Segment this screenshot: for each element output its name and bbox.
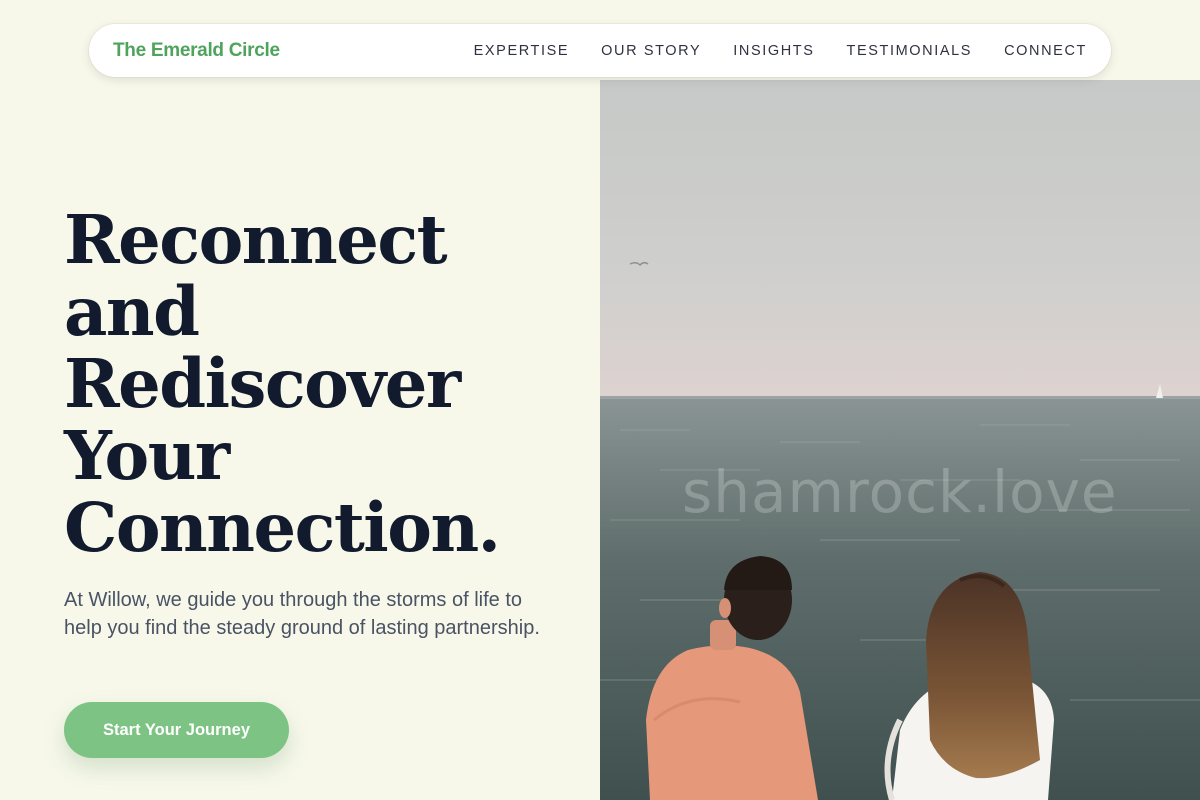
- horizon-line: [600, 396, 1200, 399]
- sky: [600, 80, 1200, 398]
- nav-link-our-story[interactable]: OUR STORY: [601, 43, 701, 59]
- nav-link-expertise[interactable]: EXPERTISE: [474, 43, 570, 59]
- hero-title-line: Rediscover: [64, 344, 461, 423]
- hero-content: Reconnect and Rediscover Your Connection…: [64, 204, 564, 642]
- hero-description: At Willow, we guide you through the stor…: [64, 589, 540, 639]
- main-nav: EXPERTISE OUR STORY INSIGHTS TESTIMONIAL…: [474, 43, 1087, 59]
- hero-title-line: Connection.: [64, 488, 501, 567]
- hero-title-line: and: [64, 272, 200, 351]
- hero-title-line: Your: [64, 416, 230, 495]
- hero-title-line: Reconnect: [64, 200, 448, 279]
- brand-logo[interactable]: The Emerald Circle: [113, 40, 280, 62]
- top-navbar: The Emerald Circle EXPERTISE OUR STORY I…: [89, 24, 1111, 77]
- start-journey-button[interactable]: Start Your Journey: [64, 702, 289, 758]
- nav-link-insights[interactable]: INSIGHTS: [733, 43, 814, 59]
- hero-title: Reconnect and Rediscover Your Connection…: [64, 204, 564, 564]
- nav-link-testimonials[interactable]: TESTIMONIALS: [847, 43, 973, 59]
- couple-at-sea-illustration: [600, 80, 1200, 800]
- hero-photo: [600, 80, 1200, 800]
- nav-link-connect[interactable]: CONNECT: [1004, 43, 1087, 59]
